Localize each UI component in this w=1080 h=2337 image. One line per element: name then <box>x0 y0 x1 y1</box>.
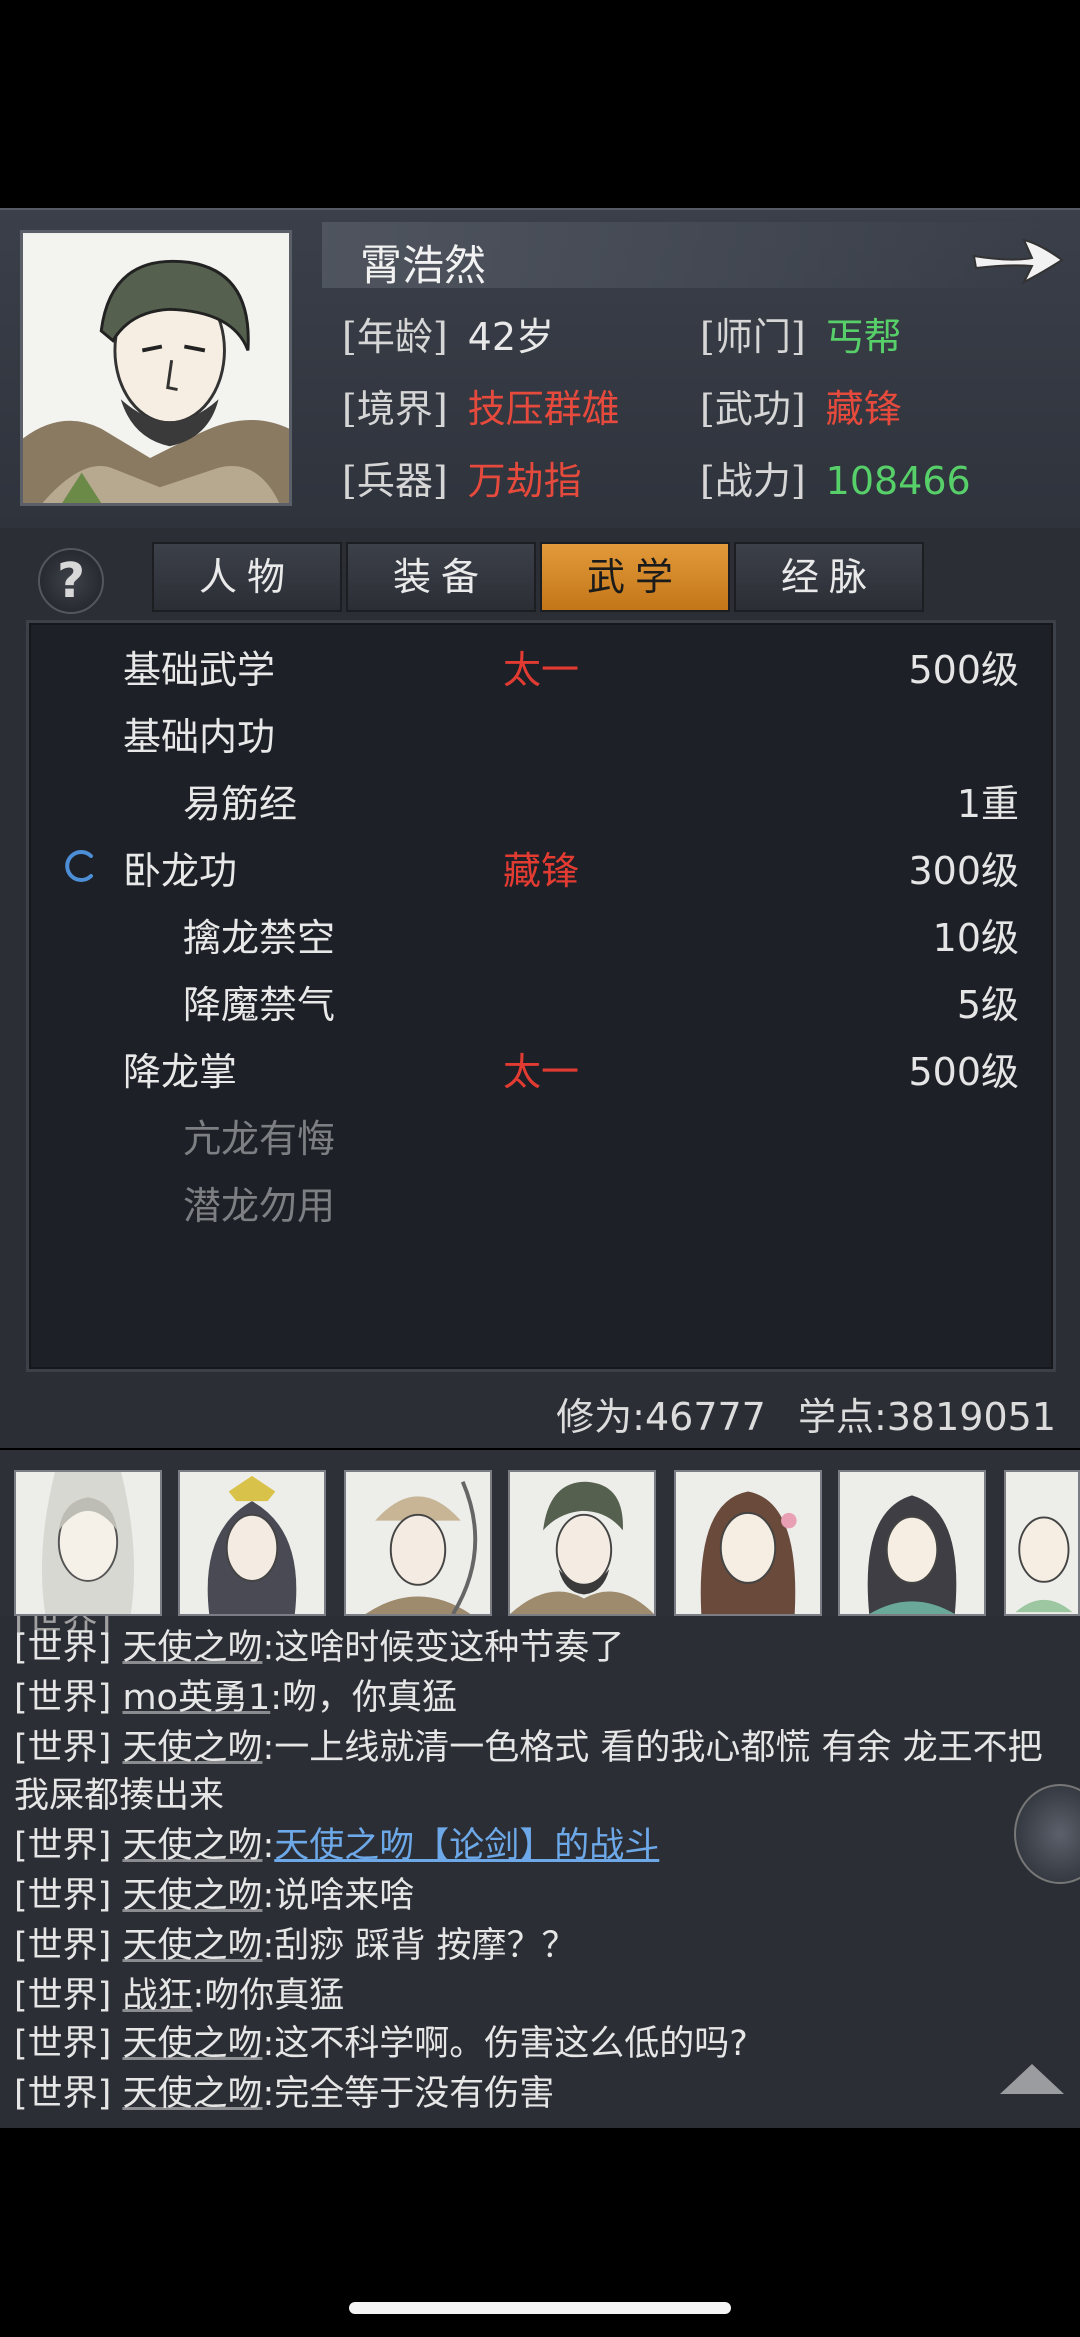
skill-name: 卧龙功 <box>123 849 238 893</box>
skill-level: 500级 <box>908 648 1019 692</box>
chat-message: [世界] 战狂:吻你真猛 <box>14 1976 345 2016</box>
chat-message: [世界] 天使之吻:这啥时候变这种节奏了 <box>14 1628 625 1668</box>
skill-rank: 藏锋 <box>503 849 580 893</box>
party-avatar[interactable] <box>14 1470 162 1616</box>
skill-level: 5级 <box>956 983 1019 1027</box>
skill-rank: 太一 <box>503 1050 580 1094</box>
skill-row[interactable]: 卧龙功 藏锋 300级 <box>29 830 1059 896</box>
avatar-image <box>510 1481 654 1614</box>
tab-character[interactable]: 人物 <box>152 542 342 612</box>
stat-sect: [师门] 丐帮 <box>700 315 902 359</box>
skill-list-panel: 基础武学 太一 500级 基础内功 易筋经 1重 卧龙功 藏锋 300级 擒龙禁… <box>26 620 1056 1372</box>
skill-row[interactable]: 潜龙勿用 <box>29 1165 1059 1231</box>
skill-name: 降龙掌 <box>123 1050 238 1094</box>
chat-username[interactable]: 天使之吻 <box>122 1826 262 1866</box>
stat-weapon: [兵器] 万劫指 <box>342 459 582 503</box>
skill-name: 擒龙禁空 <box>183 916 336 960</box>
tab-area: ? 人物 装备 武学 经脉 基础武学 太一 500级 基础内功 易筋经 1重 卧… <box>0 528 1080 1448</box>
chat-message: [世界] 天使之吻:说啥来啥 <box>14 1876 415 1916</box>
chat-username[interactable]: 天使之吻 <box>122 1926 262 1966</box>
cultivation-value: 修为:46777 <box>556 1395 766 1439</box>
avatar-image <box>1015 1516 1073 1613</box>
tab-martial-arts[interactable]: 武学 <box>540 542 730 612</box>
skill-rank: 太一 <box>503 648 580 692</box>
world-chat-log[interactable]: [世界] [世界] 天使之吻:这啥时候变这种节奏了 [世界] mo英勇1:吻，你… <box>0 1616 1080 2128</box>
chat-message: [世界] mo英勇1:吻，你真猛 <box>14 1678 458 1718</box>
chat-username[interactable]: 天使之吻 <box>122 2074 262 2114</box>
party-avatar[interactable] <box>508 1470 656 1616</box>
stat-power: [战力] 108466 <box>700 459 971 503</box>
skill-row[interactable]: 易筋经 1重 <box>29 763 1059 829</box>
party-avatar[interactable] <box>674 1470 822 1616</box>
skill-row[interactable]: 基础内功 <box>29 696 1059 762</box>
cultivation-points: 修为:46777 学点:3819051 <box>556 1386 1056 1441</box>
character-name: 霄浩然 <box>360 241 487 290</box>
chat-username[interactable]: 天使之吻 <box>122 1876 262 1916</box>
study-points-value: 学点:3819051 <box>797 1395 1056 1439</box>
party-avatar[interactable] <box>1004 1470 1080 1616</box>
skill-name: 基础内功 <box>123 715 276 759</box>
skill-row[interactable]: 擒龙禁空 10级 <box>29 897 1059 963</box>
battle-replay-link[interactable]: 天使之吻【论剑】的战斗 <box>274 1826 659 1866</box>
skill-name: 降魔禁气 <box>183 983 336 1027</box>
character-portrait[interactable] <box>20 230 292 506</box>
skill-row[interactable]: 降魔禁气 5级 <box>29 964 1059 1030</box>
stat-martial-art: [武功] 藏锋 <box>700 387 902 431</box>
character-header: 霄浩然 [年龄] 42岁 [师门] 丐帮 [境界] 技压群雄 [武功] 藏锋 [兵器] 万… <box>0 208 1080 530</box>
skill-name: 基础武学 <box>123 648 276 692</box>
help-icon[interactable]: ? <box>38 548 104 614</box>
chat-message: [世界] 天使之吻:一上线就清一色格式 看的我心都慌 有余 龙王不把我屎都揍出来 <box>14 1728 1043 1816</box>
stat-age: [年龄] 42岁 <box>342 315 555 359</box>
party-avatar[interactable] <box>838 1470 986 1616</box>
avatar-image <box>41 1472 135 1614</box>
chat-message: [世界] 天使之吻:这不科学啊。伤害这么低的吗? <box>14 2024 748 2064</box>
tab-equipment[interactable]: 装备 <box>346 542 536 612</box>
skill-row[interactable]: 亢龙有悔 <box>29 1098 1059 1164</box>
skill-level: 1重 <box>956 782 1019 826</box>
stat-realm: [境界] 技压群雄 <box>342 387 620 431</box>
chat-username[interactable]: 天使之吻 <box>122 1728 262 1768</box>
party-avatar[interactable] <box>178 1470 326 1616</box>
skill-row[interactable]: 降龙掌 太一 500级 <box>29 1031 1059 1097</box>
party-avatar[interactable] <box>344 1470 492 1616</box>
next-arrow-icon[interactable] <box>970 232 1066 288</box>
scroll-up-arrow-icon[interactable] <box>1000 2064 1064 2094</box>
chat-username[interactable]: 战狂 <box>122 1976 192 2016</box>
chat-username[interactable]: 天使之吻 <box>122 1628 262 1668</box>
skill-name: 亢龙有悔 <box>183 1117 336 1161</box>
skill-name: 易筋经 <box>183 782 298 826</box>
skill-row[interactable]: 基础武学 太一 500级 <box>29 629 1059 695</box>
chat-message: [世界] 天使之吻:刮痧 踩背 按摩？？ <box>14 1926 577 1966</box>
skill-level: 300级 <box>908 849 1019 893</box>
skill-level: 10级 <box>932 916 1019 960</box>
skill-level: 500级 <box>908 1050 1019 1094</box>
avatar-image <box>207 1475 297 1614</box>
tab-meridians[interactable]: 经脉 <box>734 542 924 612</box>
avatar-image <box>365 1480 478 1614</box>
chat-username[interactable]: mo英勇1 <box>122 1678 270 1718</box>
chat-message: [世界] 天使之吻:完全等于没有伤害 <box>14 2074 555 2114</box>
loading-icon <box>65 850 93 882</box>
home-indicator[interactable] <box>349 2302 731 2314</box>
avatar-image <box>867 1495 957 1614</box>
chat-message: [世界] 天使之吻:天使之吻【论剑】的战斗 <box>14 1826 660 1866</box>
skill-name: 潜龙勿用 <box>183 1184 336 1228</box>
chat-username[interactable]: 天使之吻 <box>122 2024 262 2064</box>
party-avatar-strip <box>0 1450 1080 1616</box>
avatar-image <box>700 1491 797 1614</box>
portrait-image <box>23 233 289 503</box>
